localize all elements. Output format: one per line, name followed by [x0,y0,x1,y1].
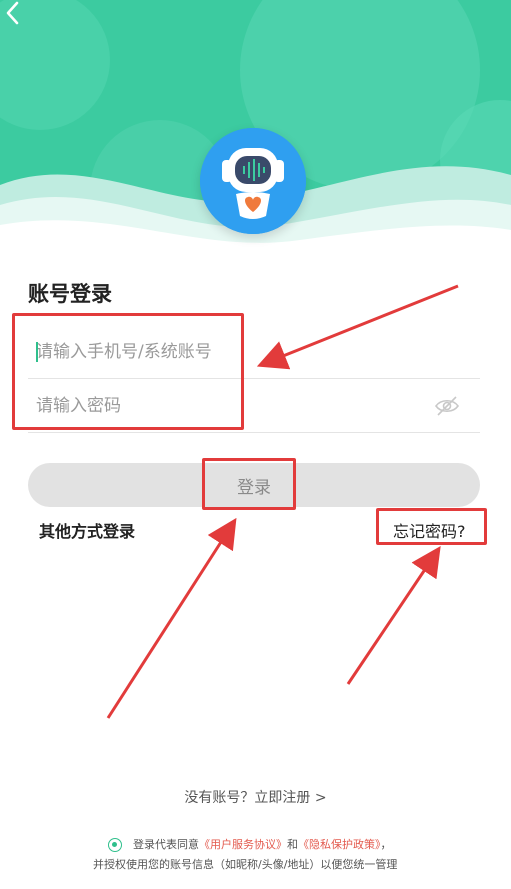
user-agreement-link[interactable]: 《用户服务协议》 [199,838,287,851]
agreement-text-line2: 并授权使用您的账号信息（如昵称/头像/地址）以便您统一管理 [93,858,398,871]
chevron-left-icon[interactable] [0,0,26,26]
robot-logo [200,128,306,234]
eye-off-icon[interactable] [434,394,460,418]
robot-icon [200,128,306,234]
arrow-to-login [106,517,237,719]
agreement-prefix: 登录代表同意 [133,838,199,851]
annotation-box-login [202,458,296,510]
agreement-suffix: ， [380,838,392,851]
arrow-to-forgot [346,546,441,685]
annotation-box-forgot [376,508,487,545]
register-link[interactable]: 没有账号？立即注册 > [0,787,511,807]
privacy-policy-link[interactable]: 《隐私保护政策》 [298,838,381,851]
page-title: 账号登录 [28,282,112,306]
annotation-box-inputs [12,313,244,430]
agreement-and: 和 [287,838,298,851]
agreement-radio[interactable] [108,838,122,852]
other-login-methods-link[interactable]: 其他方式登录 [39,518,135,542]
agreement-text: 登录代表同意《用户服务协议》和《隐私保护政策》， [133,836,392,852]
